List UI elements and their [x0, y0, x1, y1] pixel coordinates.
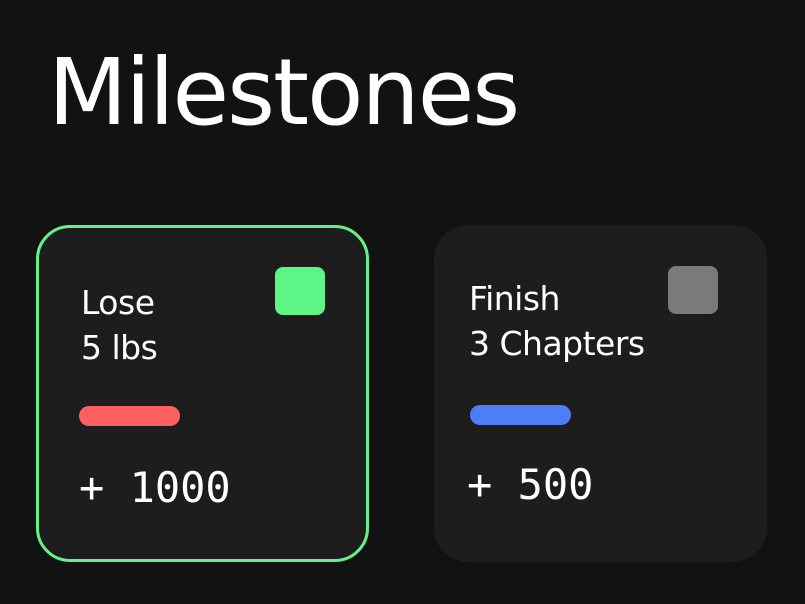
- milestone-title: Finish 3 Chapters: [469, 279, 645, 363]
- milestone-checkbox[interactable]: [668, 266, 718, 314]
- reward-points: + 500: [467, 460, 594, 509]
- category-color-bar: [79, 406, 180, 426]
- milestone-card-lose-weight[interactable]: Lose 5 lbs + 1000: [36, 225, 369, 562]
- milestone-card-finish-chapters[interactable]: Finish 3 Chapters + 500: [434, 225, 767, 562]
- page-title: Milestones: [48, 39, 520, 146]
- milestone-checkbox[interactable]: [275, 267, 325, 315]
- category-color-bar: [470, 405, 571, 425]
- reward-points: + 1000: [79, 463, 231, 512]
- milestone-title: Lose 5 lbs: [81, 283, 158, 367]
